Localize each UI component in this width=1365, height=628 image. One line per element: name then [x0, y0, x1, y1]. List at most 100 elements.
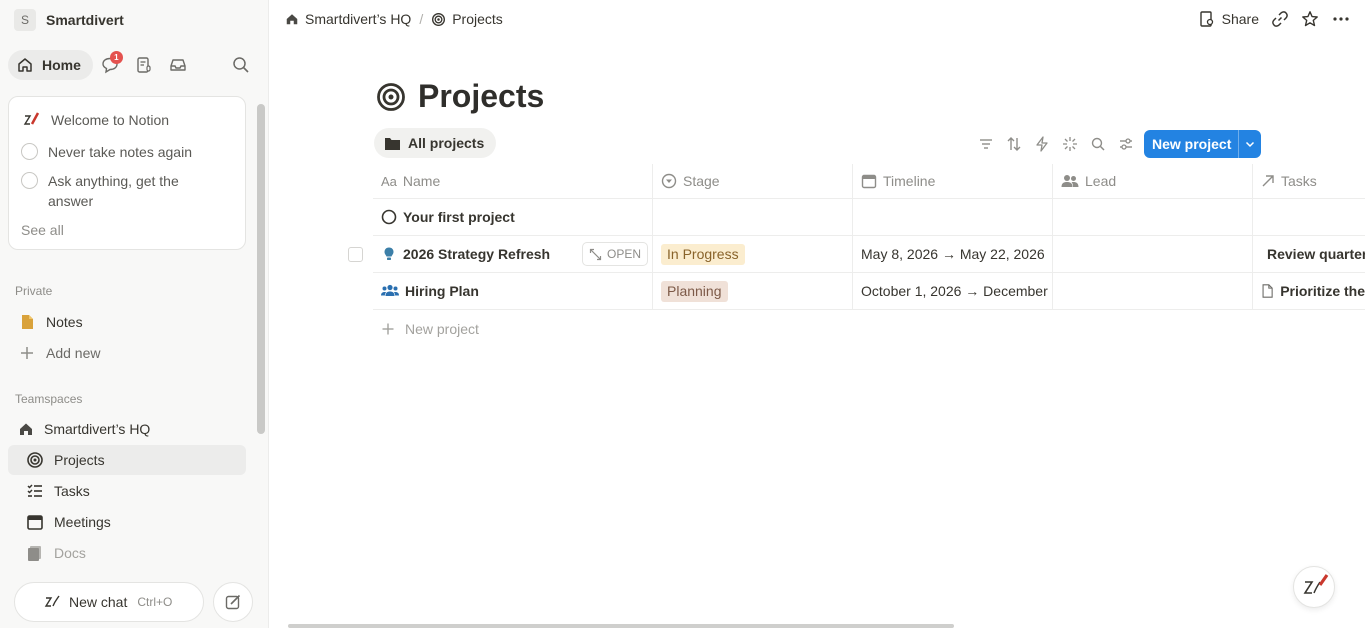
table-row[interactable]: Your first project — [373, 199, 1365, 236]
page-title[interactable]: Projects — [418, 78, 544, 115]
name-cell[interactable]: Your first project — [373, 199, 653, 235]
column-label: Timeline — [883, 173, 936, 189]
plus-icon — [21, 347, 33, 359]
column-header-name[interactable]: Aa Name — [373, 164, 653, 198]
open-label: OPEN — [606, 247, 641, 261]
compose-icon — [225, 594, 241, 610]
new-project-label[interactable]: New project — [1144, 136, 1238, 152]
add-new-button[interactable]: Add new — [8, 338, 246, 368]
new-chat-button[interactable]: New chat Ctrl+O — [14, 582, 204, 622]
stage-cell[interactable]: In Progress — [653, 236, 853, 272]
sort-button[interactable] — [1000, 130, 1028, 158]
column-header-stage[interactable]: Stage — [653, 164, 853, 198]
task-link[interactable]: Prioritize the — [1280, 283, 1365, 299]
timeline-cell[interactable] — [853, 199, 1053, 235]
target-icon[interactable] — [376, 82, 406, 112]
lead-cell[interactable] — [1053, 199, 1253, 235]
notion-ai-button[interactable] — [1293, 566, 1335, 608]
tasks-cell[interactable] — [1253, 199, 1365, 235]
column-header-lead[interactable]: Lead — [1053, 164, 1253, 198]
row-name: Your first project — [403, 209, 515, 225]
people-icon — [1061, 175, 1079, 187]
sparkle-icon — [1063, 137, 1077, 151]
timeline-cell[interactable]: October 1, 2026 → December 1 — [853, 273, 1053, 309]
star-icon[interactable] — [1301, 10, 1319, 28]
relation-arrow-icon — [1262, 175, 1274, 187]
row-select-checkbox[interactable] — [348, 247, 363, 262]
chat-button[interactable]: 1 — [93, 50, 127, 80]
sidebar-item-teamspace[interactable]: Smartdivert’s HQ — [8, 414, 246, 444]
todo-circle-icon[interactable] — [21, 172, 38, 189]
view-tab-label: All projects — [408, 135, 485, 151]
workspace-switcher[interactable]: S Smartdivert — [14, 8, 124, 32]
task-link[interactable]: Review quarterly — [1267, 246, 1365, 262]
status-icon — [661, 173, 677, 189]
new-chat-shortcut: Ctrl+O — [137, 595, 173, 609]
automation-button[interactable] — [1028, 130, 1056, 158]
name-cell[interactable]: 2026 Strategy Refresh OPEN — [373, 236, 653, 272]
new-project-dropdown[interactable] — [1238, 130, 1261, 158]
link-icon[interactable] — [1271, 10, 1289, 28]
open-row-button[interactable]: OPEN — [581, 242, 648, 266]
sidebar-item-tasks[interactable]: Tasks — [8, 476, 246, 506]
lead-cell[interactable] — [1053, 236, 1253, 272]
view-tab-all-projects[interactable]: All projects — [374, 128, 497, 158]
table-row[interactable]: Hiring Plan Planning October 1, 2026 → D… — [373, 273, 1365, 310]
new-row-label: New project — [405, 321, 479, 337]
sidebar-search-button[interactable] — [224, 50, 258, 80]
circle-icon — [381, 209, 397, 225]
filter-button[interactable] — [972, 130, 1000, 158]
ai-autofill-button[interactable] — [1056, 130, 1084, 158]
horizontal-scrollbar[interactable] — [288, 624, 954, 628]
sidebar-item-label: Notes — [46, 314, 83, 330]
table-row[interactable]: 2026 Strategy Refresh OPEN In Progress M… — [373, 236, 1365, 273]
plus-icon — [382, 323, 394, 335]
compose-button[interactable] — [213, 582, 253, 622]
search-button[interactable] — [1084, 130, 1112, 158]
breadcrumb-label: Projects — [452, 11, 503, 27]
share-button[interactable]: Share — [1198, 10, 1259, 28]
see-all-link[interactable]: See all — [21, 222, 64, 238]
sidebar-item-docs[interactable]: Docs — [8, 538, 246, 568]
name-cell[interactable]: Hiring Plan — [373, 273, 653, 309]
lead-cell[interactable] — [1053, 273, 1253, 309]
welcome-title: Welcome to Notion — [51, 112, 170, 128]
sidebar-item-label: Meetings — [54, 514, 111, 530]
share-page-icon — [1199, 11, 1213, 27]
welcome-item[interactable]: Ask anything, get the answer — [21, 171, 221, 211]
target-icon — [432, 12, 446, 26]
tasks-cell[interactable]: Review quarterly — [1253, 236, 1365, 272]
sidebar-item-notes[interactable]: Notes — [8, 307, 246, 337]
column-header-timeline[interactable]: Timeline — [853, 164, 1053, 198]
add-new-label: Add new — [46, 345, 101, 361]
sidebar-scrollbar[interactable] — [257, 104, 265, 434]
welcome-item[interactable]: Never take notes again — [21, 142, 192, 162]
lightning-icon — [1036, 136, 1048, 152]
todo-circle-icon[interactable] — [21, 143, 38, 160]
more-icon[interactable] — [1331, 10, 1351, 28]
welcome-title-row[interactable]: Welcome to Notion — [21, 110, 169, 130]
sidebar-item-meetings[interactable]: Meetings — [8, 507, 246, 537]
sidebar-item-projects[interactable]: Projects — [8, 445, 246, 475]
new-row-button[interactable]: New project — [381, 319, 479, 339]
meeting-notes-button[interactable] — [127, 50, 161, 80]
column-header-tasks[interactable]: Tasks — [1253, 164, 1365, 198]
share-label: Share — [1221, 11, 1259, 27]
tasks-cell[interactable]: Prioritize the — [1253, 273, 1365, 309]
timeline-cell[interactable]: May 8, 2026 → May 22, 2026 — [853, 236, 1053, 272]
status-badge: In Progress — [661, 243, 745, 265]
text-property-icon: Aa — [381, 173, 397, 189]
breadcrumb-item[interactable]: Smartdivert’s HQ — [285, 11, 411, 27]
search-icon — [233, 57, 249, 73]
page-header: Projects — [376, 78, 544, 115]
view-settings-button[interactable] — [1112, 130, 1140, 158]
new-project-button[interactable]: New project — [1144, 130, 1261, 158]
breadcrumb-item[interactable]: Projects — [431, 11, 503, 27]
stage-cell[interactable]: Planning — [653, 273, 853, 309]
inbox-button[interactable] — [161, 50, 195, 80]
welcome-item-label: Ask anything, get the answer — [48, 173, 179, 209]
workspace-name: Smartdivert — [46, 12, 124, 28]
stage-cell[interactable] — [653, 199, 853, 235]
timeline-value: October 1, 2026 → December 1 — [861, 283, 1053, 299]
home-button[interactable]: Home — [8, 50, 93, 80]
